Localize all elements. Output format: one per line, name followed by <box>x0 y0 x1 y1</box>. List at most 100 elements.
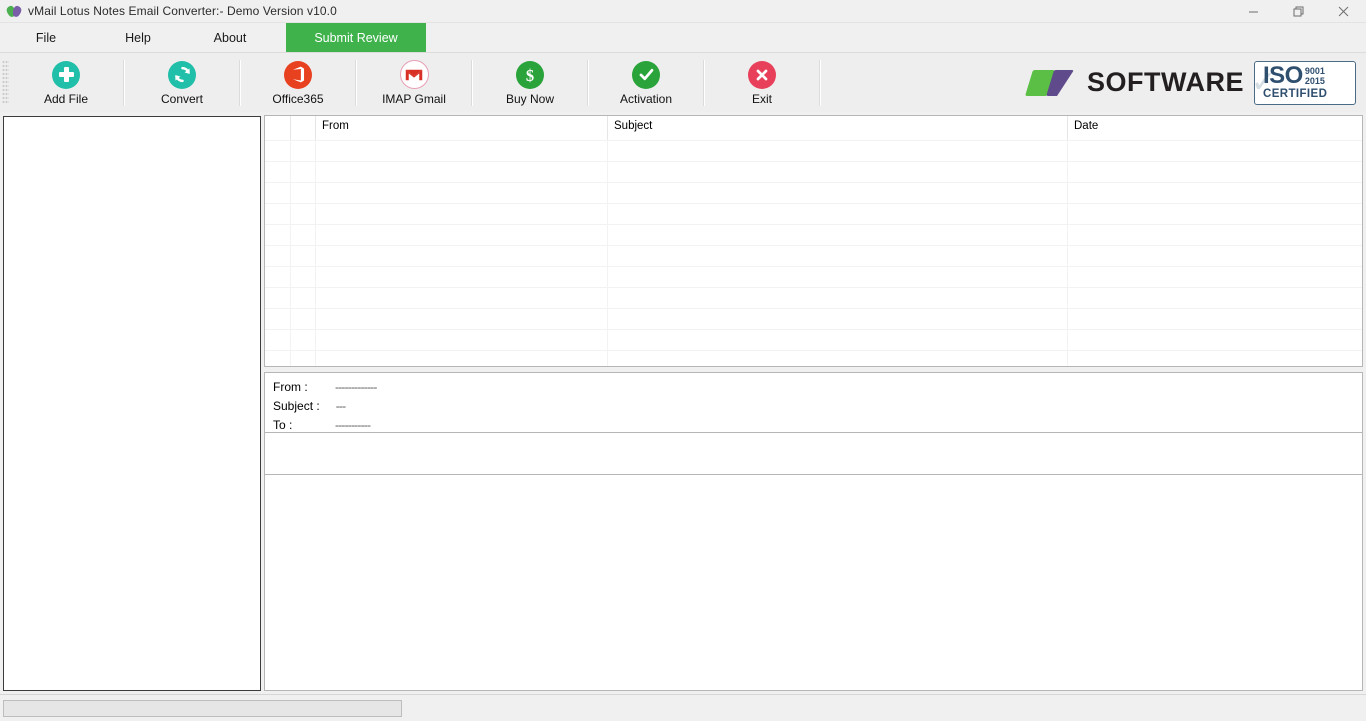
table-cell <box>265 351 291 366</box>
table-cell <box>316 183 608 203</box>
email-body-view[interactable] <box>264 474 1363 691</box>
activation-label: Activation <box>620 93 672 106</box>
email-preview-panel: From : ------------- Subject : --- To : … <box>264 372 1363 691</box>
preview-to-label: To : <box>273 418 319 432</box>
table-cell <box>291 246 316 266</box>
table-row[interactable] <box>265 287 1362 308</box>
imap-gmail-label: IMAP Gmail <box>382 93 446 106</box>
exit-icon <box>747 60 777 90</box>
table-cell <box>608 330 1068 350</box>
preview-field-to: To : ----------- <box>273 418 1362 437</box>
table-cell <box>265 267 291 287</box>
table-cell <box>265 141 291 161</box>
table-cell <box>265 330 291 350</box>
table-cell <box>608 225 1068 245</box>
minimize-button[interactable] <box>1231 0 1276 22</box>
table-cell <box>608 141 1068 161</box>
table-row[interactable] <box>265 224 1362 245</box>
table-row[interactable] <box>265 266 1362 287</box>
menu-item-help[interactable]: Help <box>92 23 184 52</box>
title-bar: vMail Lotus Notes Email Converter:- Demo… <box>0 0 1366 23</box>
iso-certified-badge: ✓ ISO 9001 2015 CERTIFIED <box>1254 61 1356 105</box>
table-row[interactable] <box>265 308 1362 329</box>
status-bar <box>0 694 1366 721</box>
close-button[interactable] <box>1321 0 1366 22</box>
table-row[interactable] <box>265 140 1362 161</box>
convert-icon <box>167 60 197 90</box>
table-cell <box>316 162 608 182</box>
table-cell <box>1068 162 1362 182</box>
preview-to-value: ----------- <box>335 418 370 432</box>
column-header-from[interactable]: From <box>316 116 608 140</box>
table-cell <box>1068 267 1362 287</box>
iso-year-bottom: 2015 <box>1305 76 1325 86</box>
table-cell <box>265 162 291 182</box>
table-cell <box>291 141 316 161</box>
submit-review-button[interactable]: Submit Review <box>286 23 426 52</box>
right-panel: From Subject Date From : ------------- S… <box>264 115 1363 691</box>
column-header-subject[interactable]: Subject <box>608 116 1068 140</box>
column-header-attachment[interactable] <box>291 116 316 140</box>
table-cell <box>265 183 291 203</box>
email-preview-header: From : ------------- Subject : --- To : … <box>264 372 1363 432</box>
dollar-icon: $ <box>515 60 545 90</box>
table-cell <box>1068 183 1362 203</box>
close-icon <box>1338 6 1349 17</box>
table-cell <box>316 225 608 245</box>
convert-label: Convert <box>161 93 203 106</box>
table-row[interactable] <box>265 329 1362 350</box>
progress-bar <box>3 700 402 717</box>
table-cell <box>291 330 316 350</box>
table-cell <box>316 246 608 266</box>
column-header-checkbox[interactable] <box>265 116 291 140</box>
table-cell <box>1068 351 1362 366</box>
table-row[interactable] <box>265 182 1362 203</box>
table-row[interactable] <box>265 350 1362 366</box>
table-cell <box>291 288 316 308</box>
add-file-label: Add File <box>44 93 88 106</box>
table-cell <box>1068 288 1362 308</box>
preview-from-label: From : <box>273 380 319 394</box>
preview-subject-value: --- <box>336 399 346 413</box>
company-logo-text: SOFTWARE <box>1087 67 1244 98</box>
toolbar-grip[interactable] <box>2 60 9 105</box>
email-list-grid[interactable]: From Subject Date <box>264 115 1363 367</box>
imap-gmail-button[interactable]: IMAP Gmail <box>357 54 471 111</box>
menu-item-file[interactable]: File <box>0 23 92 52</box>
exit-button[interactable]: Exit <box>705 54 819 111</box>
main-area: From Subject Date From : ------------- S… <box>0 112 1366 695</box>
window-controls <box>1231 0 1366 22</box>
preview-subject-label: Subject : <box>273 399 320 413</box>
svg-text:$: $ <box>526 65 534 84</box>
table-cell <box>1068 225 1362 245</box>
preview-field-subject: Subject : --- <box>273 399 1362 418</box>
table-cell <box>608 246 1068 266</box>
table-cell <box>1068 204 1362 224</box>
menu-item-about[interactable]: About <box>184 23 276 52</box>
convert-button[interactable]: Convert <box>125 54 239 111</box>
table-cell <box>608 267 1068 287</box>
table-row[interactable] <box>265 161 1362 182</box>
table-cell <box>608 309 1068 329</box>
check-icon <box>631 60 661 90</box>
iso-label: ISO <box>1263 65 1303 87</box>
branding-area: SOFTWARE ✓ ISO 9001 2015 CERTIFIED <box>1029 53 1356 112</box>
table-cell <box>316 288 608 308</box>
buy-now-button[interactable]: $ Buy Now <box>473 54 587 111</box>
table-cell <box>316 309 608 329</box>
table-cell <box>608 183 1068 203</box>
table-cell <box>316 330 608 350</box>
table-row[interactable] <box>265 203 1362 224</box>
table-row[interactable] <box>265 245 1362 266</box>
table-cell <box>291 204 316 224</box>
office365-button[interactable]: Office365 <box>241 54 355 111</box>
table-cell <box>608 351 1068 366</box>
gmail-icon <box>399 60 429 90</box>
email-list-body[interactable] <box>265 140 1362 366</box>
restore-button[interactable] <box>1276 0 1321 22</box>
toolbar-separator <box>819 60 821 106</box>
folder-tree-panel[interactable] <box>3 116 261 691</box>
activation-button[interactable]: Activation <box>589 54 703 111</box>
column-header-date[interactable]: Date <box>1068 116 1362 140</box>
add-file-button[interactable]: Add File <box>9 54 123 111</box>
